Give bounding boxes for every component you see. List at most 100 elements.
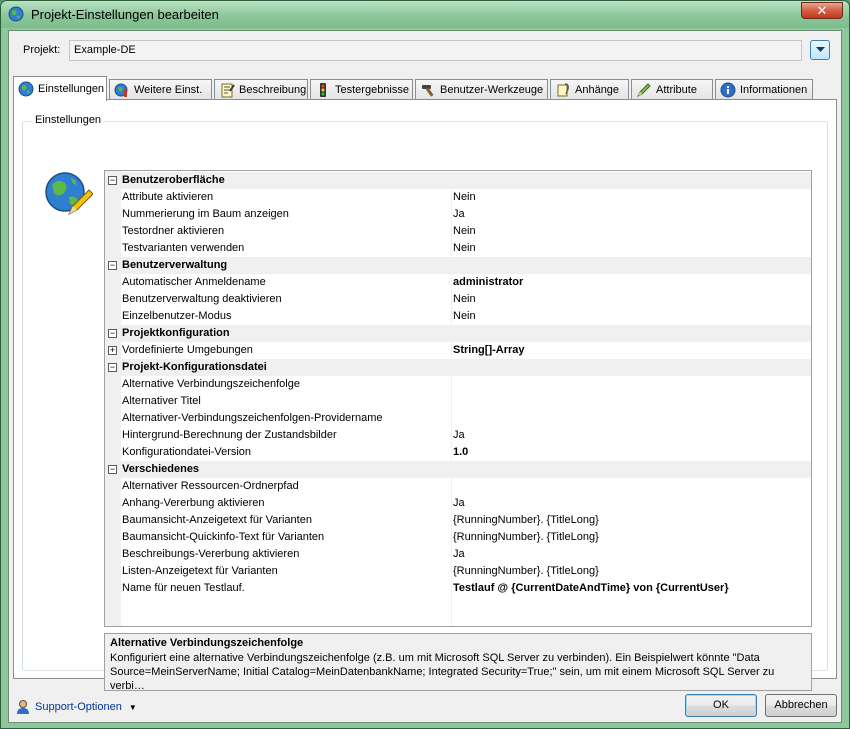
globe-icon [8, 6, 24, 22]
property-row[interactable]: Name für neuen Testlauf. Testlauf @ {Curr… [105, 580, 811, 597]
property-value[interactable]: Nein [453, 310, 476, 322]
property-row[interactable]: Alternativer Ressourcen-Ordnerpfad [105, 478, 811, 495]
collapse-icon[interactable]: − [108, 363, 117, 372]
property-value[interactable]: Ja [453, 497, 465, 509]
dialog-window: Projekt-Einstellungen bearbeiten ✕ Proje… [0, 0, 850, 729]
project-dropdown-button[interactable] [810, 40, 830, 60]
tab-weitere-einst[interactable]: Weitere Einst. [109, 79, 212, 100]
tab-informationen[interactable]: Informationen [715, 79, 813, 100]
property-name: Nummerierung im Baum anzeigen [122, 208, 289, 220]
property-grid[interactable]: − Benutzeroberfläche Attribute aktivieren N… [104, 170, 812, 627]
property-row[interactable]: Baumansicht-Anzeigetext für Varianten {Ru… [105, 512, 811, 529]
property-name: Alternative Verbindungszeichenfolge [122, 378, 300, 390]
tab-label: Beschreibung [239, 84, 307, 96]
tab-anhaenge[interactable]: Anhänge [550, 79, 629, 100]
property-name: Konfigurationdatei-Version [122, 446, 252, 458]
property-value[interactable]: Nein [453, 191, 476, 203]
property-value[interactable]: Testlauf @ {CurrentDateAndTime} von {Cur… [453, 582, 729, 594]
property-value[interactable]: Ja [453, 548, 465, 560]
property-name: Alternativer-Verbindungszeichenfolgen-Pr… [122, 412, 383, 424]
property-name: Baumansicht-Quickinfo-Text für Varianten [122, 531, 325, 543]
property-row[interactable]: Beschreibungs-Vererbung aktivieren Ja [105, 546, 811, 563]
dialog-client: Projekt: Example-DE Einstellungen Weiter… [8, 30, 842, 723]
category-label: Verschiedenes [122, 463, 200, 475]
property-name: Attribute aktivieren [122, 191, 214, 203]
title-bar[interactable]: Projekt-Einstellungen bearbeiten ✕ [1, 1, 849, 28]
property-row[interactable]: Alternativer Titel [105, 393, 811, 410]
chevron-down-icon [816, 47, 825, 52]
property-row[interactable]: Automatischer Anmeldename administrator [105, 274, 811, 291]
collapse-icon[interactable]: − [108, 176, 117, 185]
property-value[interactable]: {RunningNumber}. {TitleLong} [453, 514, 599, 526]
property-row[interactable]: Nummerierung im Baum anzeigen Ja [105, 206, 811, 223]
property-category[interactable]: − Projektkonfiguration [105, 325, 811, 342]
tab-attribute[interactable]: Attribute [631, 79, 713, 100]
support-options-label: Support-Optionen [35, 701, 122, 713]
property-name: Benutzerverwaltung deaktivieren [122, 293, 282, 305]
category-label: Benutzeroberfläche [122, 174, 225, 186]
hammer-icon [422, 85, 434, 97]
expand-icon[interactable]: + [108, 346, 117, 355]
property-row[interactable]: Listen-Anzeigetext für Varianten {Running… [105, 563, 811, 580]
tab-einstellungen[interactable]: Einstellungen [13, 76, 107, 101]
property-row[interactable]: Testordner aktivieren Nein [105, 223, 811, 240]
property-row[interactable]: Alternativer-Verbindungszeichenfolgen-Pr… [105, 410, 811, 427]
project-combo[interactable]: Example-DE [69, 40, 802, 61]
property-name: Hintergrund-Berechnung der Zustandsbilde… [122, 429, 337, 441]
globe-icon [18, 81, 34, 97]
close-button[interactable]: ✕ [801, 2, 843, 19]
property-name: Einzelbenutzer-Modus [122, 310, 232, 322]
tab-benutzer-werkzeuge[interactable]: Benutzer-Werkzeuge [415, 79, 548, 100]
property-row[interactable]: Testvarianten verwenden Nein [105, 240, 811, 257]
collapse-icon[interactable]: − [108, 329, 117, 338]
group-label: Einstellungen [32, 114, 105, 126]
globe-pencil-icon [45, 172, 93, 216]
tab-panel: Einstellungen − Benutzeroberfläche Attribu… [13, 99, 837, 692]
caret-down-icon: ▼ [128, 702, 137, 712]
property-value[interactable]: Nein [453, 293, 476, 305]
property-value[interactable]: 1.0 [453, 446, 468, 458]
tab-label: Einstellungen [38, 83, 105, 95]
property-value[interactable]: Ja [453, 208, 465, 220]
property-value[interactable]: {RunningNumber}. {TitleLong} [453, 565, 599, 577]
pencil-icon [636, 83, 651, 98]
property-category[interactable]: − Benutzeroberfläche [105, 172, 811, 189]
cancel-button[interactable]: Abbrechen [765, 694, 837, 717]
support-options[interactable]: Support-Optionen ▼ [15, 699, 137, 715]
help-panel: Alternative Verbindungszeichenfolge Konf… [104, 633, 812, 692]
property-category[interactable]: − Verschiedenes [105, 461, 811, 478]
globe-tools-icon [114, 83, 128, 97]
property-category[interactable]: − Projekt-Konfigurationsdatei [105, 359, 811, 376]
property-value[interactable]: administrator [453, 276, 523, 288]
window-title: Projekt-Einstellungen bearbeiten [31, 7, 219, 22]
tab-strip: Einstellungen Weitere Einst. Beschreibun… [13, 76, 839, 101]
help-title: Alternative Verbindungszeichenfolge [110, 637, 304, 649]
property-value[interactable]: String[]-Array [453, 344, 525, 356]
property-value[interactable]: Ja [453, 429, 465, 441]
tab-beschreibung[interactable]: Beschreibung [214, 79, 308, 100]
property-value[interactable]: {RunningNumber}. {TitleLong} [453, 531, 599, 543]
ok-button[interactable]: OK [685, 694, 757, 717]
tab-testergebnisse[interactable]: Testergebnisse [310, 79, 413, 100]
property-row[interactable]: Alternative Verbindungszeichenfolge [105, 376, 811, 393]
property-row[interactable]: Konfigurationdatei-Version 1.0 [105, 444, 811, 461]
property-row[interactable]: Attribute aktivieren Nein [105, 189, 811, 206]
category-label: Benutzerverwaltung [122, 259, 228, 271]
collapse-icon[interactable]: − [108, 465, 117, 474]
property-row[interactable]: Anhang-Vererbung aktivieren Ja [105, 495, 811, 512]
property-value[interactable]: Nein [453, 242, 476, 254]
tab-label: Anhänge [575, 84, 620, 96]
property-value[interactable]: Nein [453, 225, 476, 237]
property-category[interactable]: − Benutzerverwaltung [105, 257, 811, 274]
property-name: Listen-Anzeigetext für Varianten [122, 565, 278, 577]
collapse-icon[interactable]: − [108, 261, 117, 270]
property-name: Anhang-Vererbung aktivieren [122, 497, 265, 509]
property-row[interactable]: Benutzerverwaltung deaktivieren Nein [105, 291, 811, 308]
property-row[interactable]: Einzelbenutzer-Modus Nein [105, 308, 811, 325]
property-row[interactable]: + Vordefinierte Umgebungen String[]-Array [105, 342, 811, 359]
tab-label: Testergebnisse [335, 84, 409, 96]
property-row[interactable]: Baumansicht-Quickinfo-Text für Varianten… [105, 529, 811, 546]
property-name: Testordner aktivieren [122, 225, 225, 237]
property-row[interactable]: Hintergrund-Berechnung der Zustandsbilde… [105, 427, 811, 444]
tab-label: Informationen [740, 84, 808, 96]
